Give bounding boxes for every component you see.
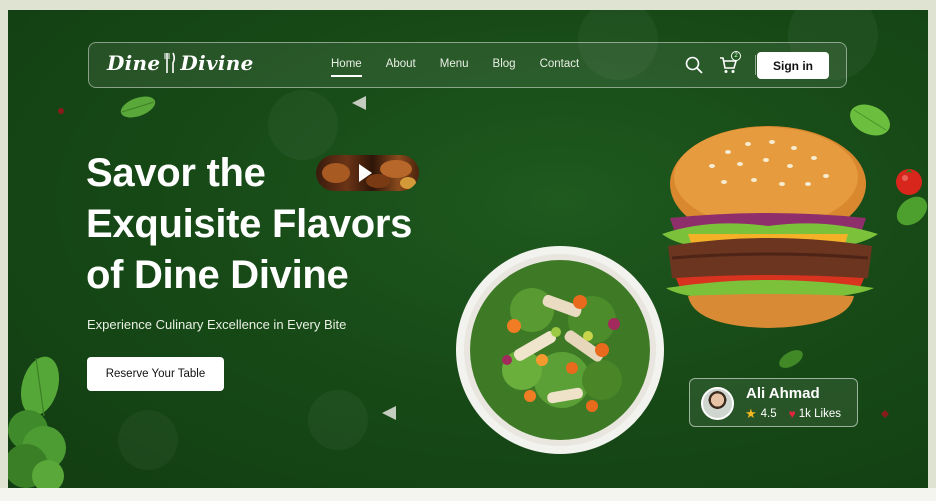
logo-text-left: Dine [107, 51, 161, 75]
nav-link-menu[interactable]: Menu [440, 58, 469, 70]
nav-link-blog[interactable]: Blog [493, 58, 516, 70]
bg-decoration [308, 390, 368, 450]
logo[interactable]: Dine Divine [107, 51, 254, 75]
heart-icon: ♥ [788, 407, 796, 421]
reviewer-name: Ali Ahmad [746, 385, 820, 402]
headline-line-1: Savor the [86, 151, 266, 195]
star-icon: ★ [745, 406, 757, 421]
basil-leaf-image [896, 196, 928, 226]
nav-link-contact[interactable]: Contact [540, 58, 580, 70]
navbar: Dine Divine Home About Menu Blog Contact [88, 42, 847, 88]
small-red-dot [58, 108, 64, 114]
small-red-dot [881, 410, 889, 418]
reviewer-card: Ali Ahmad ★ 4.5 ♥ 1k Likes [689, 378, 858, 427]
basil-leaf-image [779, 350, 803, 368]
headline-line-2: Exquisite Flavors [86, 202, 413, 246]
reserve-table-button[interactable]: Reserve Your Table [87, 357, 224, 391]
triangle-decoration [382, 406, 396, 420]
cherry-tomato-image [896, 169, 922, 195]
sign-in-button[interactable]: Sign in [757, 52, 829, 79]
nav-link-home[interactable]: Home [331, 58, 362, 77]
rating-value: 4.5 [760, 408, 777, 420]
triangle-decoration [352, 96, 366, 110]
hero-section: Dine Divine Home About Menu Blog Contact [8, 10, 928, 488]
hero-headline: Savor the Exquisite Flavors of Dine Divi… [86, 148, 486, 301]
cart-count-badge: 2 [731, 51, 741, 61]
nav-link-about[interactable]: About [386, 58, 416, 70]
nav-icons: 2 [683, 51, 766, 76]
headline-line-3: of Dine Divine [86, 253, 349, 297]
search-icon [685, 56, 703, 74]
nav-divider [755, 55, 756, 75]
avatar [701, 387, 734, 420]
logo-text-right: Divine [180, 51, 254, 75]
likes-count: 1k Likes [798, 408, 841, 420]
cart-button[interactable]: 2 [717, 51, 741, 76]
reviewer-stats: ★ 4.5 ♥ 1k Likes [745, 406, 841, 422]
hero-subtitle: Experience Culinary Excellence in Every … [87, 317, 347, 332]
page-bottom-strip [0, 488, 936, 501]
basil-leaf-image [120, 96, 156, 118]
nav-links: Home About Menu Blog Contact [331, 58, 603, 77]
burger-image [662, 126, 878, 328]
lettuce-image [8, 410, 66, 488]
search-button[interactable] [683, 54, 705, 76]
fork-knife-icon [164, 52, 176, 73]
bg-decoration [118, 410, 178, 470]
